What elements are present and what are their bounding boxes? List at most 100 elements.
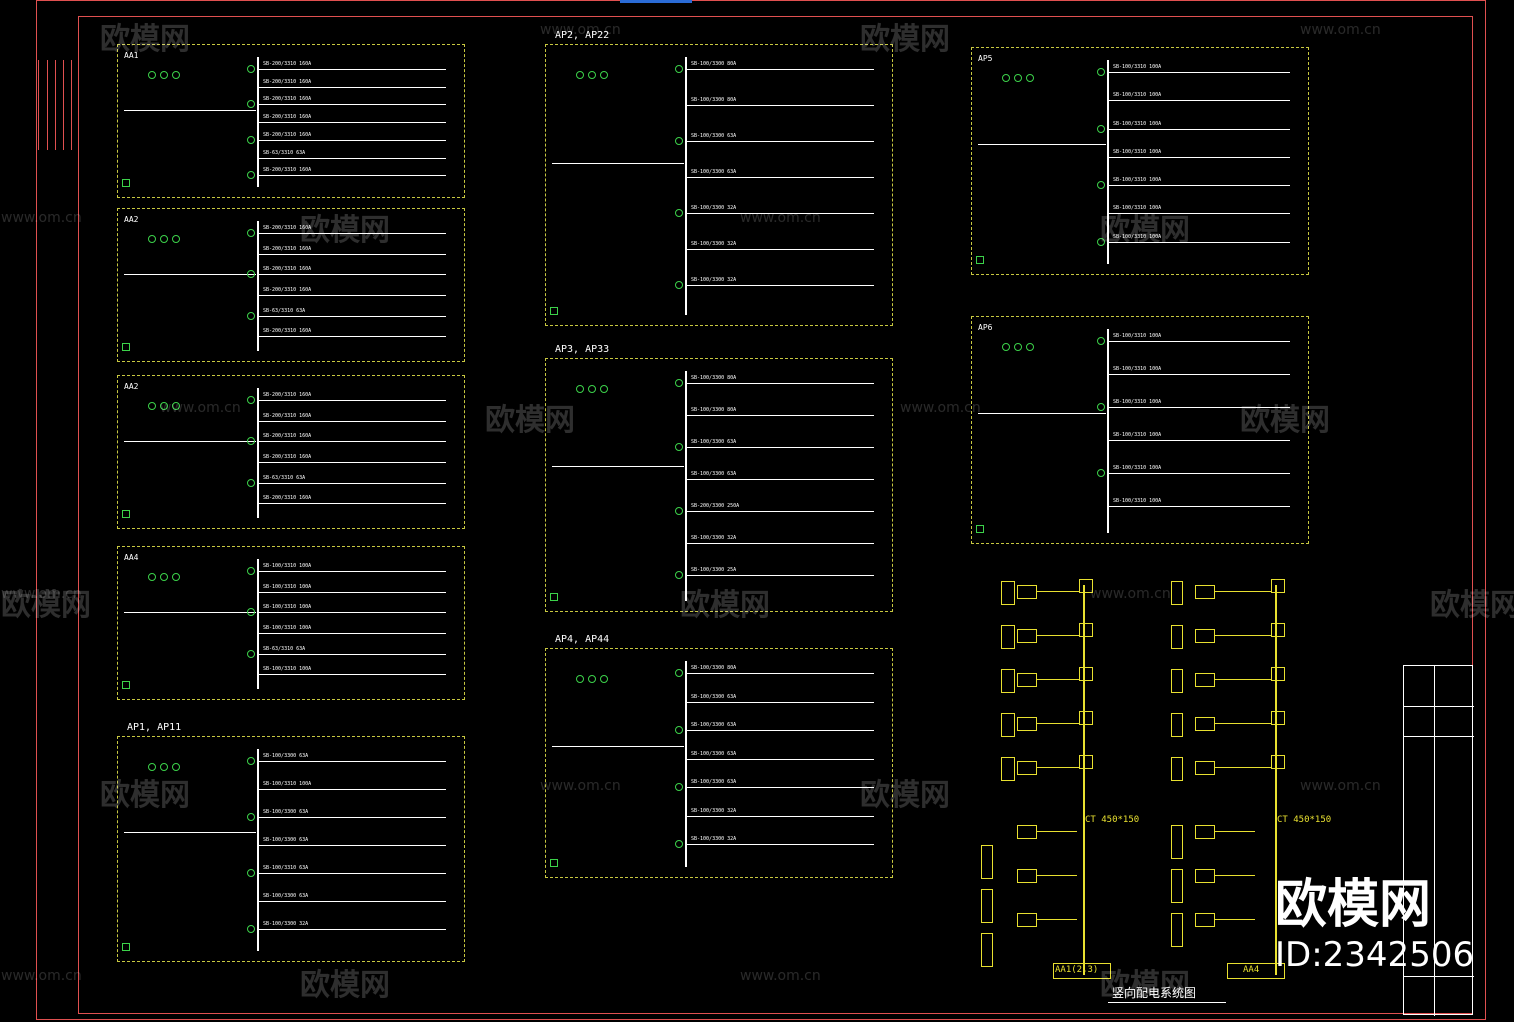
panel-title: AA2	[124, 215, 139, 224]
breaker-icon	[247, 650, 255, 658]
feeder-breaker-label: SB-100/3310 100A	[263, 781, 312, 787]
feeder-line	[685, 383, 874, 384]
feeder-line	[685, 787, 874, 788]
feeder-line	[257, 175, 446, 176]
busbar	[257, 749, 259, 951]
feeder-breaker-label: SB-100/3300 32A	[691, 205, 737, 211]
feeder-breaker-label: SB-100/3300 80A	[691, 61, 737, 67]
floor-box	[1079, 755, 1093, 769]
meter-icon	[1014, 74, 1022, 82]
breaker-icon	[675, 669, 683, 677]
feeder-breaker-label: SB-100/3300 32A	[691, 836, 737, 842]
feeder-breaker-label: SB-63/3310 63A	[263, 308, 306, 314]
breaker-icon	[247, 757, 255, 765]
feeder-line	[257, 571, 446, 572]
outlet-group	[1171, 869, 1183, 903]
outlet-group	[1171, 625, 1183, 649]
watermark-logo: 欧模网	[300, 968, 390, 1003]
feeder-line	[685, 673, 874, 674]
panel-title: AP4, AP44	[555, 634, 610, 645]
watermark-logo: 欧模网	[1430, 588, 1514, 623]
feeder-line	[257, 421, 446, 422]
watermark-logo: 欧模网	[680, 588, 770, 623]
distribution-box	[1195, 913, 1215, 927]
feeder-line	[1107, 440, 1290, 441]
incoming-line	[552, 163, 684, 164]
watermark-url: www.om.cn	[740, 968, 821, 984]
meter-icon	[1026, 74, 1034, 82]
riser-line	[1037, 679, 1079, 680]
watermark-logo: 欧模网	[1240, 403, 1330, 438]
ground-icon	[550, 593, 558, 601]
feeder-line	[257, 929, 446, 930]
feeder-line	[685, 759, 874, 760]
watermark-logo: 欧模网	[860, 778, 950, 813]
outlet-group	[1001, 581, 1015, 605]
feeder-breaker-label: SB-100/3300 63A	[263, 753, 309, 759]
watermark-logo: 欧模网	[860, 22, 950, 57]
busbar	[1107, 329, 1109, 533]
feeder-line	[257, 441, 446, 442]
breaker-icon	[247, 312, 255, 320]
feeder-breaker-label: SB-200/3310 160A	[263, 433, 312, 439]
panel-title: AA2	[124, 382, 139, 391]
feeder-breaker-label: SB-200/3310 160A	[263, 61, 312, 67]
feeder-breaker-label: SB-200/3300 250A	[691, 503, 740, 509]
breaker-icon	[675, 571, 683, 579]
feeder-line	[685, 575, 874, 576]
incoming-line	[124, 612, 256, 613]
meter-icon	[588, 385, 596, 393]
breaker-icon	[247, 396, 255, 404]
breaker-icon	[1097, 337, 1105, 345]
panel-aa1: AA1 SB-200/3310 160A SB-200/3310 160A SB-20…	[117, 44, 465, 198]
feeder-breaker-label: SB-100/3310 100A	[1113, 498, 1162, 504]
riser-line	[1215, 919, 1255, 920]
outlet-group	[1171, 757, 1183, 781]
feeder-breaker-label: SB-100/3300 63A	[691, 169, 737, 175]
watermark-url: www.om.cn	[1300, 778, 1381, 794]
feeder-line	[257, 817, 446, 818]
riser-line	[1037, 919, 1077, 920]
ground-icon	[122, 179, 130, 187]
feeder-line	[685, 249, 874, 250]
meter-icon	[148, 71, 156, 79]
feeder-breaker-label: SB-100/3300 32A	[691, 808, 737, 814]
feeder-breaker-label: SB-100/3310 100A	[1113, 333, 1162, 339]
feeder-breaker-label: SB-100/3300 63A	[691, 722, 737, 728]
watermark-logo: 欧模网	[1100, 968, 1190, 1003]
riser-label-left: AA1(2,3)	[1055, 965, 1099, 975]
meter-icon	[148, 573, 156, 581]
incoming-line	[978, 413, 1106, 414]
ground-icon	[976, 525, 984, 533]
feeder-breaker-label: SB-200/3310 160A	[263, 328, 312, 334]
feeder-breaker-label: SB-100/3310 100A	[1113, 465, 1162, 471]
feeder-line	[1107, 72, 1290, 73]
feeder-line	[257, 336, 446, 337]
feeder-line	[685, 285, 874, 286]
panel-ap2: SB-100/3300 80A SB-100/3300 80A SB-100/330…	[545, 44, 893, 326]
watermark-logo: 欧模网	[100, 778, 190, 813]
feeder-breaker-label: SB-63/3310 63A	[263, 475, 306, 481]
riser-line	[1037, 723, 1079, 724]
feeder-breaker-label: SB-100/3300 80A	[691, 407, 737, 413]
feeder-line	[257, 87, 446, 88]
meter-icon	[148, 235, 156, 243]
meter-icon	[172, 71, 180, 79]
distribution-box	[1017, 585, 1037, 599]
busbar	[257, 221, 259, 351]
breaker-icon	[675, 209, 683, 217]
feeder-breaker-label: SB-100/3300 63A	[691, 751, 737, 757]
feeder-breaker-label: SB-200/3310 160A	[263, 413, 312, 419]
panel-title: AA4	[124, 553, 139, 562]
incoming-line	[124, 832, 256, 833]
busbar	[685, 57, 687, 315]
feeder-line	[257, 674, 446, 675]
feeder-breaker-label: SB-100/3300 63A	[263, 837, 309, 843]
meter-icon	[148, 402, 156, 410]
meter-icon	[1014, 343, 1022, 351]
outlet-group	[1171, 669, 1183, 693]
outlet-group	[1001, 669, 1015, 693]
feeder-line	[685, 511, 874, 512]
meter-icon	[576, 675, 584, 683]
watermark-logo: 欧模网	[100, 22, 190, 57]
